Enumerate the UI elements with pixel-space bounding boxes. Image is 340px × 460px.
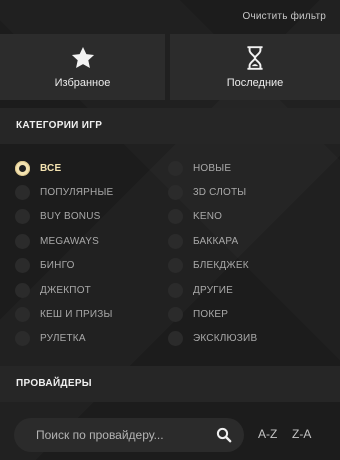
category-item[interactable]: ДРУГИЕ	[168, 281, 233, 299]
category-radio[interactable]	[168, 160, 183, 176]
sort-az-button[interactable]: A-Z	[258, 427, 277, 441]
category-label: РУЛЕТКА	[40, 333, 86, 345]
category-item[interactable]: ПОПУЛЯРНЫЕ	[15, 183, 113, 201]
category-item[interactable]: БИНГО	[15, 257, 75, 275]
favorites-label: Избранное	[54, 77, 111, 89]
category-item[interactable]: KENO	[168, 208, 222, 226]
category-label: BUY BONUS	[40, 211, 101, 223]
category-label: КЕШ И ПРИЗЫ	[40, 308, 113, 320]
star-icon	[70, 45, 96, 71]
category-radio[interactable]	[168, 331, 183, 347]
provider-search-input[interactable]	[36, 428, 216, 442]
category-label: БЛЕКДЖЕК	[193, 260, 249, 272]
category-item[interactable]: НОВЫЕ	[168, 159, 231, 177]
category-label: НОВЫЕ	[193, 162, 232, 174]
providers-heading: ПРОВАЙДЕРЫ	[0, 366, 340, 402]
category-radio[interactable]	[168, 306, 183, 322]
category-label: 3D СЛОТЫ	[193, 186, 247, 198]
category-label: ДЖЕКПОТ	[40, 284, 91, 296]
category-label: KENO	[193, 211, 223, 223]
recent-tile[interactable]: Последние	[170, 34, 340, 100]
search-icon[interactable]	[216, 427, 232, 443]
category-item[interactable]: КЕШ И ПРИЗЫ	[15, 305, 113, 323]
category-item[interactable]: БЛЕКДЖЕК	[168, 257, 249, 275]
category-label: БАККАРА	[193, 235, 239, 247]
category-item[interactable]: MEGAWAYS	[15, 232, 99, 250]
category-item[interactable]: 3D СЛОТЫ	[168, 183, 246, 201]
category-radio[interactable]	[168, 233, 183, 249]
category-item[interactable]: ВСЕ	[15, 159, 61, 177]
category-item[interactable]: БАККАРА	[168, 232, 238, 250]
category-radio[interactable]	[168, 282, 183, 298]
category-radio[interactable]	[168, 184, 183, 200]
category-radio[interactable]	[15, 282, 30, 298]
category-radio[interactable]	[168, 209, 183, 225]
category-label: ПОПУЛЯРНЫЕ	[40, 186, 114, 198]
category-label: БИНГО	[40, 260, 75, 272]
category-item[interactable]: ДЖЕКПОТ	[15, 281, 91, 299]
hourglass-icon	[242, 45, 268, 71]
category-radio[interactable]	[15, 331, 30, 347]
clear-filter-link[interactable]: Очистить фильтр	[242, 11, 326, 22]
category-item[interactable]: BUY BONUS	[15, 208, 101, 226]
category-radio[interactable]	[15, 209, 30, 225]
sort-za-button[interactable]: Z-A	[292, 427, 311, 441]
categories-heading: КАТЕГОРИИ ИГР	[0, 108, 340, 144]
category-radio[interactable]	[15, 184, 30, 200]
quick-tiles: Избранное Последние	[0, 34, 340, 100]
category-radio[interactable]	[15, 233, 30, 249]
category-label: MEGAWAYS	[40, 235, 100, 247]
category-item[interactable]: ПОКЕР	[168, 305, 228, 323]
provider-search	[14, 418, 244, 452]
category-label: ПОКЕР	[193, 308, 229, 320]
favorites-tile[interactable]: Избранное	[0, 34, 165, 100]
category-radio[interactable]	[15, 160, 30, 176]
category-item[interactable]: ЭКСКЛЮЗИВ	[168, 330, 257, 348]
category-radio[interactable]	[15, 306, 30, 322]
category-label: ВСЕ	[40, 162, 62, 174]
category-radio[interactable]	[15, 258, 30, 274]
category-label: ЭКСКЛЮЗИВ	[193, 333, 258, 345]
category-radio[interactable]	[168, 258, 183, 274]
category-item[interactable]: РУЛЕТКА	[15, 330, 86, 348]
category-label: ДРУГИЕ	[193, 284, 234, 296]
recent-label: Последние	[226, 77, 284, 89]
